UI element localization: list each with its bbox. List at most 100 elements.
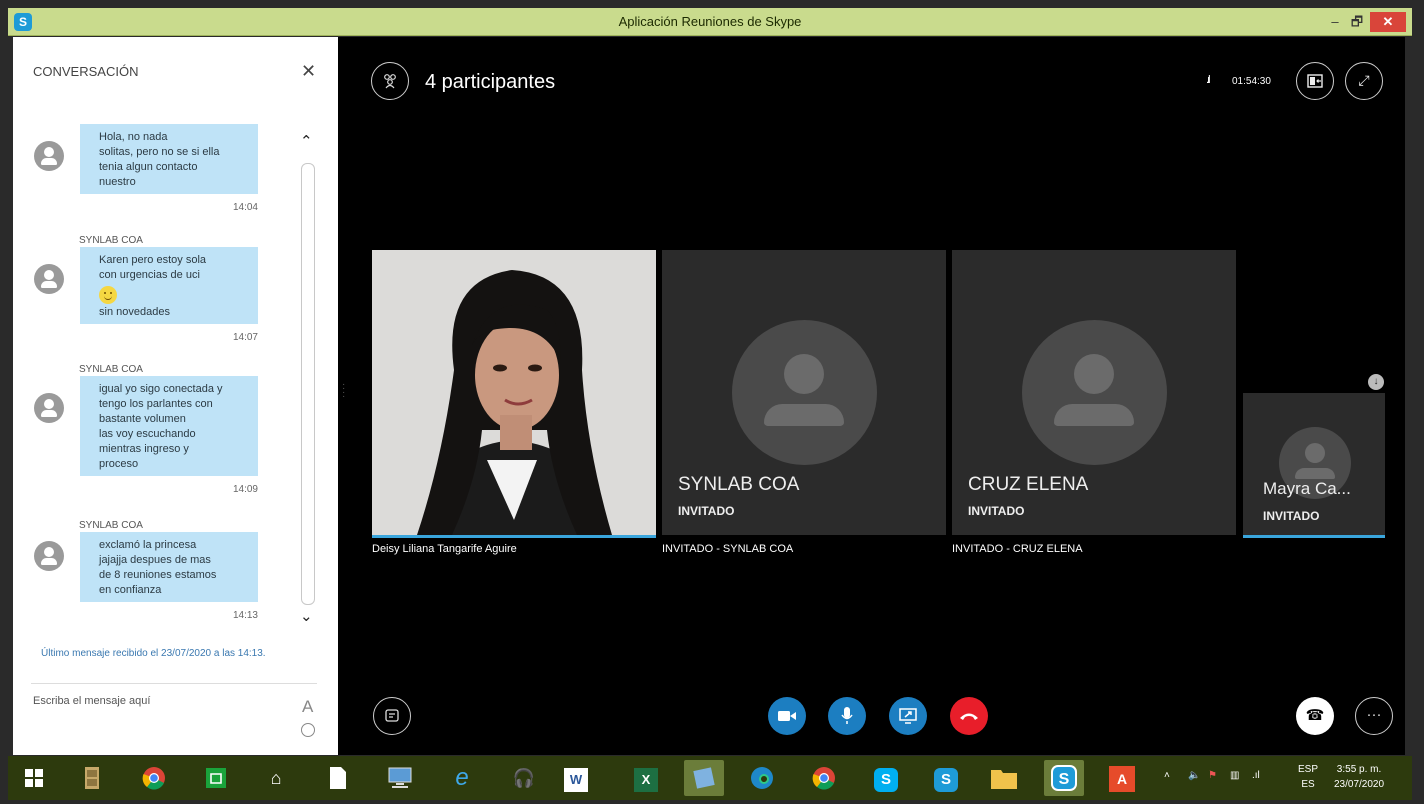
compose-divider — [31, 683, 317, 684]
message-time: 14:09 — [80, 476, 258, 501]
smile-emoji-icon — [99, 286, 117, 304]
scroll-down-icon[interactable]: ⌄ — [300, 607, 313, 625]
microphone-icon[interactable] — [828, 697, 866, 735]
file-explorer-icon[interactable] — [984, 760, 1024, 796]
volume-icon[interactable]: 🔈 — [1188, 770, 1200, 781]
close-window-button[interactable]: ✕ — [1370, 12, 1406, 32]
avatar — [34, 141, 64, 171]
signal-strength-icon: .ıl — [1206, 74, 1210, 86]
message-line: en confianza — [99, 584, 162, 596]
scroll-up-icon[interactable]: ⌃ — [300, 132, 313, 150]
home-icon[interactable]: ⌂ — [256, 760, 296, 796]
download-icon[interactable]: ↓ — [1368, 374, 1384, 390]
windows-taskbar: ⌂ e 🎧 W X S S S A ˄ 🔈 ⚑ ▥ .ıl ESP ES 3:5… — [8, 756, 1412, 800]
skype-icon[interactable]: S — [866, 760, 906, 796]
notepad-icon[interactable] — [684, 760, 724, 796]
minimize-button[interactable]: – — [1324, 12, 1346, 32]
message-line: solitas, pero no se si ella — [99, 146, 220, 158]
fullscreen-icon[interactable]: ⤢ — [1345, 62, 1383, 100]
wifi-icon[interactable]: .ıl — [1252, 770, 1260, 781]
participant-role: INVITADO — [678, 504, 735, 518]
acrobat-icon[interactable]: A — [1102, 760, 1142, 796]
message-line: las voy escuchando — [99, 428, 196, 440]
message-bubble: Hola, no nada solitas, pero no se si ell… — [80, 124, 258, 219]
participant-avatar — [732, 320, 877, 465]
store-icon[interactable] — [196, 760, 236, 796]
participant-tile-cruz-elena[interactable]: CRUZ ELENA INVITADO — [952, 250, 1236, 535]
skype-active-icon[interactable]: S — [1044, 760, 1084, 796]
window-title: Aplicación Reuniones de Skype — [618, 14, 802, 29]
participants-icon[interactable] — [371, 62, 409, 100]
message-line: bastante volumen — [99, 413, 186, 425]
skype-business-icon[interactable]: S — [926, 760, 966, 796]
active-speaker-bar — [1243, 535, 1385, 538]
participant-tile-mayra[interactable]: Mayra Ca... INVITADO — [1243, 393, 1385, 535]
participant-tile-synlab[interactable]: SYNLAB COA INVITADO — [662, 250, 946, 535]
message-time: 14:13 — [80, 602, 258, 627]
message-line: tengo los parlantes con — [99, 398, 213, 410]
emoticon-icon[interactable] — [301, 723, 315, 737]
tile-caption: INVITADO - CRUZ ELENA — [952, 543, 1083, 555]
show-hidden-icons[interactable]: ˄ — [1164, 770, 1170, 781]
file-cabinet-icon[interactable] — [72, 760, 112, 796]
excel-icon[interactable]: X — [626, 760, 666, 796]
message-line: Hola, no nada — [99, 131, 168, 143]
word-icon[interactable]: W — [556, 760, 596, 796]
chrome-icon[interactable] — [134, 760, 174, 796]
tile-caption: Deisy Liliana Tangarife Aguire — [372, 543, 517, 555]
monitor-icon[interactable] — [380, 760, 420, 796]
conversation-header: CONVERSACIÓN — [33, 64, 139, 79]
avatar — [34, 264, 64, 294]
video-camera-icon[interactable] — [768, 697, 806, 735]
language-indicator[interactable]: ESP ES — [1298, 762, 1318, 792]
edge-icon[interactable] — [742, 760, 782, 796]
message-line: de 8 reuniones estamos — [99, 569, 217, 581]
conversation-panel: CONVERSACIÓN ✕ Hola, no nada solitas, pe… — [13, 37, 338, 755]
headphones-icon[interactable]: 🎧 — [504, 760, 544, 796]
share-screen-icon[interactable] — [889, 697, 927, 735]
system-clock[interactable]: 3:55 p. m. 23/07/2020 — [1334, 762, 1384, 792]
font-button[interactable]: A — [302, 697, 313, 717]
last-message-status: Último mensaje recibido el 23/07/2020 a … — [41, 648, 266, 659]
document-icon[interactable] — [318, 760, 358, 796]
message-list: Hola, no nada solitas, pero no se si ell… — [13, 112, 313, 642]
participant-video-deisy — [372, 250, 656, 535]
participant-avatar — [1022, 320, 1167, 465]
hang-up-icon[interactable] — [950, 697, 988, 735]
message-line: jajajja despues de mas — [99, 554, 211, 566]
message-scrollbar[interactable] — [301, 163, 315, 605]
participant-role: INVITADO — [1263, 509, 1320, 523]
message-line: con urgencias de uci — [99, 269, 200, 281]
tile-caption: INVITADO - SYNLAB COA — [662, 543, 794, 555]
network-icon[interactable]: ▥ — [1230, 770, 1239, 781]
message-line: sin novedades — [99, 306, 170, 318]
participants-count: 4 participantes — [425, 71, 556, 93]
message-line: tenia algun contacto — [99, 161, 198, 173]
message-sender: SYNLAB COA — [79, 235, 143, 246]
participant-name: Mayra Ca... — [1263, 479, 1351, 498]
close-conversation-button[interactable]: ✕ — [301, 61, 316, 82]
keyboard-code: ES — [1301, 779, 1315, 790]
message-bubble: exclamó la princesa jajajja despues de m… — [80, 532, 258, 627]
message-bubble: Karen pero estoy sola con urgencias de u… — [80, 247, 258, 349]
internet-explorer-icon[interactable]: e — [442, 760, 482, 796]
layout-icon[interactable] — [1296, 62, 1334, 100]
panel-resize-handle[interactable]: · · · · — [342, 380, 345, 402]
participant-name: CRUZ ELENA — [968, 474, 1089, 495]
message-time: 14:07 — [80, 324, 258, 349]
chat-icon[interactable] — [373, 697, 411, 735]
windows-start-icon[interactable] — [14, 760, 54, 796]
more-options-icon[interactable]: ··· — [1355, 697, 1393, 735]
clock-date: 23/07/2020 — [1334, 779, 1385, 790]
message-line: mientras ingreso y — [99, 443, 189, 455]
message-time: 14:04 — [80, 194, 258, 219]
title-bar: S Aplicación Reuniones de Skype – 🗗 ✕ — [8, 8, 1412, 36]
flag-icon[interactable]: ⚑ — [1208, 770, 1217, 781]
dial-pad-phone-icon[interactable]: ☎ — [1296, 697, 1334, 735]
message-bubble: igual yo sigo conectada y tengo los parl… — [80, 376, 258, 501]
chrome-icon[interactable] — [804, 760, 844, 796]
message-input[interactable]: Escriba el mensaje aquí — [33, 695, 150, 707]
message-line: Karen pero estoy sola — [99, 254, 207, 266]
participant-role: INVITADO — [968, 504, 1025, 518]
maximize-button[interactable]: 🗗 — [1346, 12, 1368, 32]
